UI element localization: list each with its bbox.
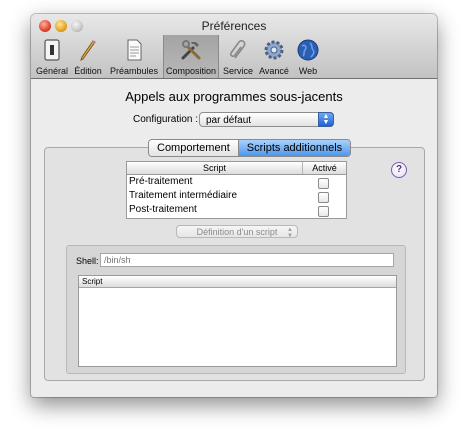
toolbar-item-composition[interactable]: Composition xyxy=(163,35,219,78)
tools-icon xyxy=(181,40,201,60)
toolbar-item-web[interactable]: Web xyxy=(293,35,323,78)
row-label: Pré-traitement xyxy=(129,176,193,187)
document-icon xyxy=(127,39,142,61)
tab-scripts-additionnels[interactable]: Scripts additionnels xyxy=(237,140,351,156)
window-title: Préférences xyxy=(201,19,267,33)
preferences-window: Préférences Général Édition Préambules C… xyxy=(31,14,437,397)
toolbar-item-avance[interactable]: Avancé xyxy=(257,35,291,78)
toolbar: Préférences Général Édition Préambules C… xyxy=(31,14,437,79)
script-definition-label: Définition d'un script xyxy=(196,227,278,237)
row-checkbox[interactable] xyxy=(318,178,329,189)
toolbar-item-general[interactable]: Général xyxy=(35,35,69,78)
column-header-script[interactable]: Script xyxy=(127,162,303,174)
configuration-value: par défaut xyxy=(206,115,252,126)
column-header-active[interactable]: Activé xyxy=(303,162,346,174)
configuration-label: Configuration : xyxy=(133,114,199,125)
script-area-header: Script xyxy=(79,276,396,288)
scripts-table: Script Activé Pré-traitement Traitement … xyxy=(126,161,347,219)
row-checkbox[interactable] xyxy=(318,192,329,203)
toolbar-item-service[interactable]: Service xyxy=(221,35,255,78)
shell-label: Shell: xyxy=(76,256,99,266)
popup-arrows-icon: ▲ ▼ xyxy=(318,112,334,127)
shell-input[interactable] xyxy=(100,253,394,267)
gear-icon xyxy=(264,40,284,60)
section-heading: Appels aux programmes sous-jacents xyxy=(125,89,343,104)
table-header: Script Activé xyxy=(127,162,346,175)
tab-bar: Comportement Scripts additionnels xyxy=(148,139,352,157)
configuration-popup[interactable]: par défaut ▲ ▼ xyxy=(199,112,334,127)
popup-arrows-icon: ▲ ▼ xyxy=(287,227,293,239)
table-row[interactable]: Post-traitement xyxy=(127,203,346,217)
table-row[interactable]: Traitement intermédiaire xyxy=(127,189,346,203)
paperclip-icon xyxy=(229,40,246,59)
pencil-icon xyxy=(80,40,96,61)
tab-comportement[interactable]: Comportement xyxy=(149,140,238,156)
table-row[interactable]: Pré-traitement xyxy=(127,175,346,189)
row-label: Traitement intermédiaire xyxy=(129,190,238,201)
general-switch-icon xyxy=(44,39,60,61)
help-button[interactable]: ? xyxy=(391,162,407,178)
row-checkbox[interactable] xyxy=(318,206,329,217)
script-definition-popup[interactable]: Définition d'un script ▲ ▼ xyxy=(176,225,298,239)
globe-icon xyxy=(297,39,319,61)
row-label: Post-traitement xyxy=(129,204,197,215)
toolbar-item-edition[interactable]: Édition xyxy=(71,35,105,78)
script-text-area[interactable]: Script xyxy=(78,275,397,367)
toolbar-item-preambules[interactable]: Préambules xyxy=(107,35,161,78)
